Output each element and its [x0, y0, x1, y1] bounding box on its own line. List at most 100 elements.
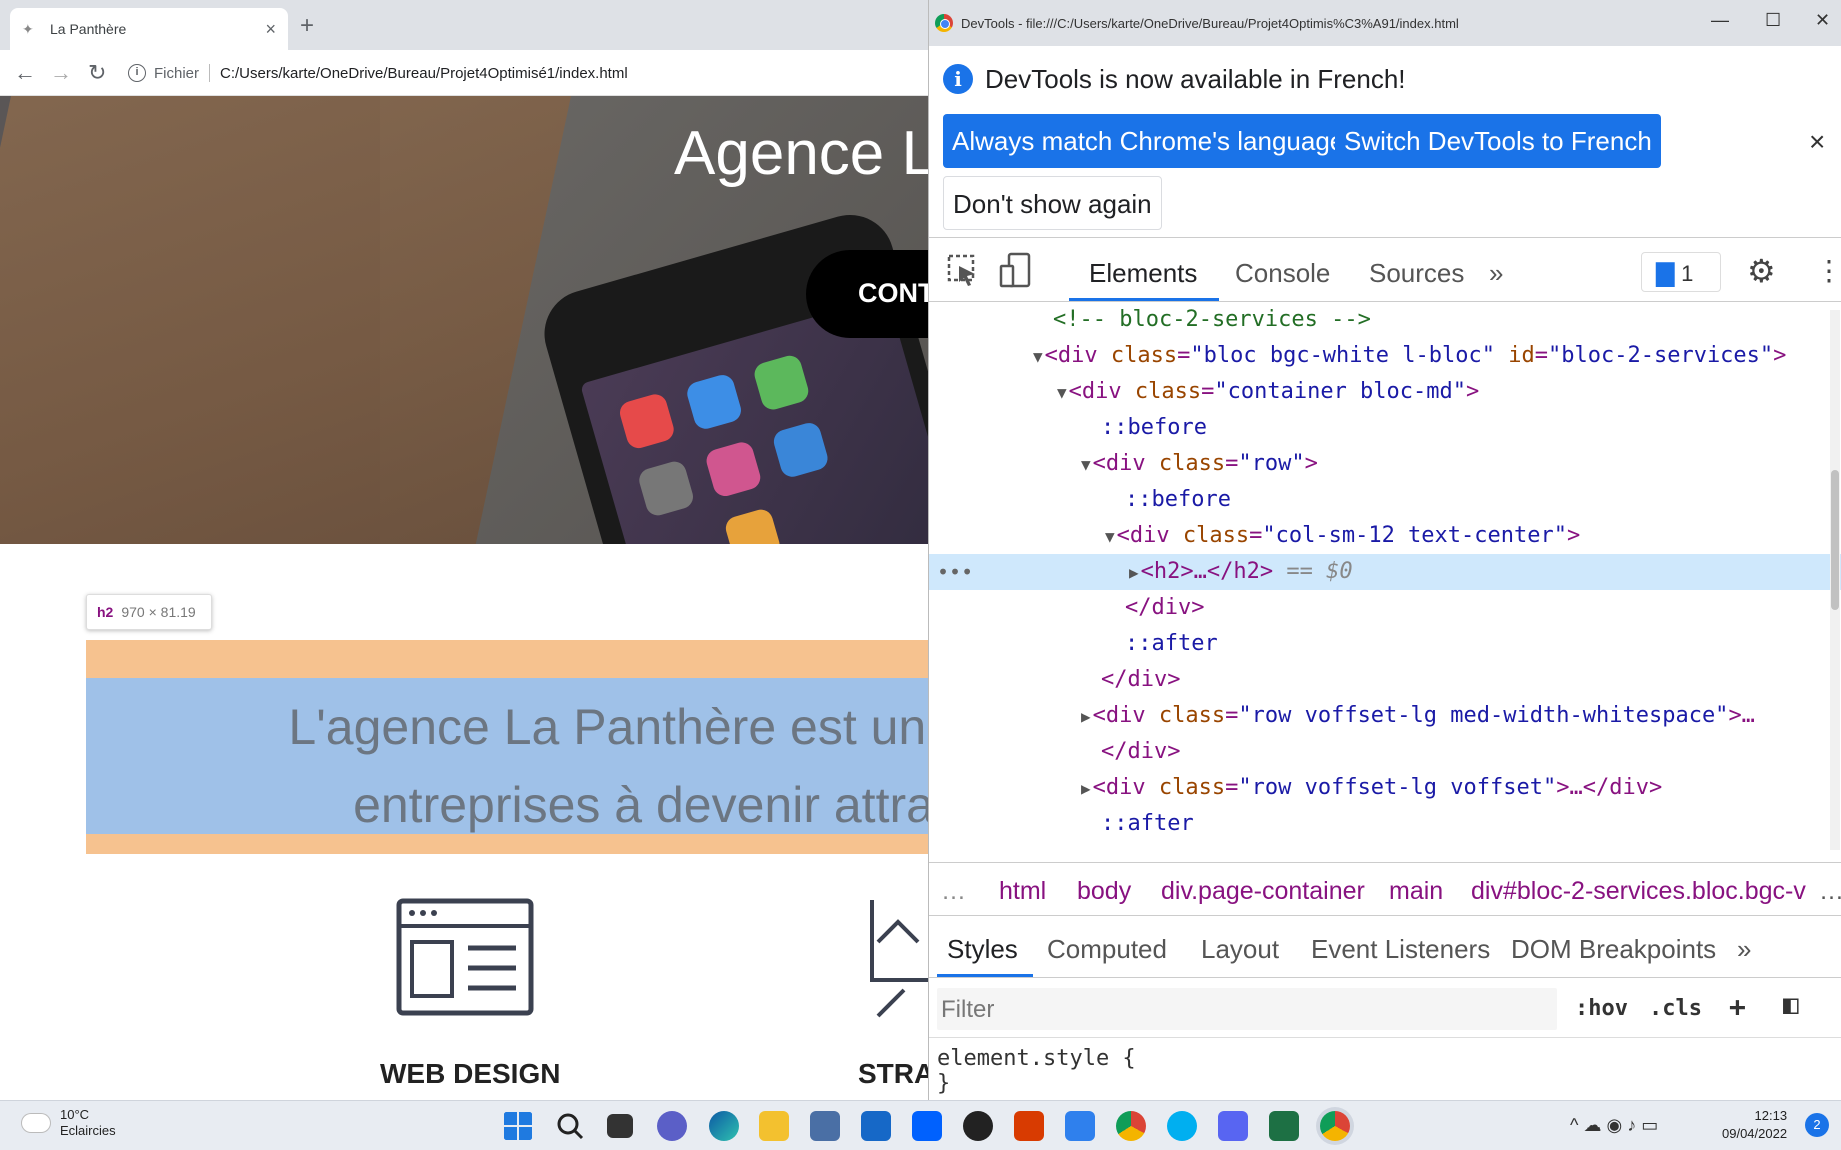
issues-badge[interactable]: ▇ 1 — [1641, 252, 1721, 292]
breadcrumb-item[interactable]: main — [1389, 877, 1443, 906]
settings-gear-icon[interactable]: ⚙ — [1747, 252, 1776, 290]
teams-chat-icon[interactable] — [657, 1111, 687, 1141]
browser-tab[interactable]: ✦ La Panthère × — [10, 8, 288, 50]
tab-computed[interactable]: Computed — [1047, 934, 1167, 965]
back-icon[interactable]: ← — [14, 60, 36, 86]
notification-badge[interactable]: 2 — [1805, 1113, 1829, 1137]
collapse-triangle-icon[interactable]: ▼ — [1057, 383, 1067, 402]
expand-triangle-icon[interactable]: ▶ — [1081, 779, 1091, 798]
collapse-triangle-icon[interactable]: ▼ — [1033, 347, 1043, 366]
dropbox-icon[interactable] — [912, 1111, 942, 1141]
tree-node[interactable]: ▶<div class="row voffset-lg med-width-wh… — [929, 698, 1841, 734]
breadcrumb-item[interactable]: body — [1077, 877, 1131, 906]
excel-icon[interactable] — [1269, 1111, 1299, 1141]
forward-icon[interactable]: → — [50, 60, 72, 86]
onedrive-icon[interactable]: ☁ — [1583, 1115, 1601, 1135]
minimize-icon[interactable]: — — [1711, 10, 1729, 31]
tree-node[interactable]: ▼<div class="bloc bgc-white l-bloc" id="… — [929, 338, 1841, 374]
breadcrumb-item[interactable]: div.page-container — [1161, 877, 1365, 906]
edge-browser-icon[interactable] — [709, 1111, 739, 1141]
search-icon[interactable] — [555, 1111, 585, 1141]
mail-icon[interactable] — [861, 1111, 891, 1141]
expand-triangle-icon[interactable]: ▶ — [1081, 707, 1091, 726]
weather-widget[interactable]: 10°C Eclaircies — [22, 1107, 116, 1139]
breadcrumb-item[interactable]: div#bloc-2-services.bloc.bgc-v — [1471, 877, 1806, 906]
tree-node[interactable]: ▼<div class="col-sm-12 text-center"> — [929, 518, 1841, 554]
microsoft-store-icon[interactable] — [810, 1111, 840, 1141]
devtools-main-tabs: Elements Console Sources » ▇ 1 ⚙ ⋮ — [929, 240, 1841, 302]
collapse-triangle-icon[interactable]: ▼ — [1105, 527, 1115, 546]
breadcrumb-item[interactable]: html — [999, 877, 1046, 906]
tree-node[interactable]: </div> — [929, 590, 1841, 626]
breadcrumb-more-icon[interactable]: … — [1815, 877, 1841, 906]
file-explorer-icon[interactable] — [759, 1111, 789, 1141]
tree-node[interactable]: </div> — [929, 734, 1841, 770]
contact-button[interactable]: CONT — [806, 250, 928, 338]
tree-node-selected[interactable]: ••• ▶<h2>…</h2> == $0 — [929, 554, 1841, 590]
toggle-sidebar-icon[interactable]: ◧ — [1783, 990, 1799, 1020]
tab-styles[interactable]: Styles — [947, 934, 1018, 965]
services-heading-line-2: entreprises à devenir attrac — [353, 777, 928, 833]
chrome-app-icon[interactable] — [1116, 1111, 1146, 1141]
office-icon[interactable] — [1014, 1111, 1044, 1141]
match-language-button[interactable]: Always match Chrome's language — [943, 114, 1354, 168]
expand-triangle-icon[interactable]: ▶ — [1129, 563, 1139, 582]
more-tabs-icon[interactable]: » — [1489, 258, 1503, 289]
breadcrumb: … html body div.page-container main div#… — [929, 862, 1841, 916]
node-actions-icon[interactable]: ••• — [937, 554, 973, 590]
windows-start-icon[interactable] — [503, 1111, 533, 1141]
wifi-icon[interactable]: ◉ — [1606, 1115, 1622, 1135]
breadcrumb-overflow-icon[interactable]: … — [941, 877, 966, 906]
chrome-active-icon[interactable] — [1320, 1111, 1350, 1141]
maximize-icon[interactable]: ☐ — [1765, 10, 1781, 31]
tab-event-listeners[interactable]: Event Listeners — [1311, 934, 1490, 965]
styles-filter-input[interactable]: Filter — [937, 988, 1557, 1030]
vscode-icon[interactable] — [1065, 1111, 1095, 1141]
tab-elements[interactable]: Elements — [1089, 258, 1197, 289]
openai-app-icon[interactable] — [963, 1111, 993, 1141]
tray-expand-icon[interactable]: ^ — [1570, 1115, 1578, 1135]
task-view-icon[interactable] — [607, 1114, 633, 1138]
reload-icon[interactable]: ↻ — [88, 60, 106, 86]
tree-node[interactable]: ::after — [929, 626, 1841, 662]
volume-icon[interactable]: ♪ — [1627, 1115, 1636, 1135]
skype-icon[interactable] — [1167, 1111, 1197, 1141]
hover-state-toggle[interactable]: :hov — [1575, 996, 1628, 1021]
tree-scrollbar-thumb[interactable] — [1831, 470, 1839, 610]
tree-node[interactable]: ::before — [929, 410, 1841, 446]
tree-attr-name: class — [1182, 523, 1250, 548]
tab-dom-breakpoints[interactable]: DOM Breakpoints — [1511, 934, 1716, 965]
site-info-icon[interactable]: i — [128, 64, 146, 82]
infobar-close-icon[interactable]: × — [1809, 126, 1825, 158]
device-toolbar-icon[interactable] — [999, 252, 1033, 288]
system-tray[interactable]: ^ ☁ ◉ ♪ ▭ — [1570, 1115, 1658, 1136]
switch-french-button[interactable]: Switch DevTools to French — [1335, 114, 1661, 168]
close-tab-icon[interactable]: × — [265, 19, 276, 40]
tree-node[interactable]: ::after — [929, 806, 1841, 842]
battery-icon[interactable]: ▭ — [1641, 1115, 1658, 1135]
inspect-element-icon[interactable] — [947, 254, 979, 288]
dont-show-again-button[interactable]: Don't show again — [943, 176, 1162, 230]
close-window-icon[interactable]: ✕ — [1815, 10, 1830, 31]
tree-node[interactable]: ▶<div class="row voffset-lg voffset">…</… — [929, 770, 1841, 806]
tree-tag: <div — [1092, 775, 1146, 800]
tab-layout[interactable]: Layout — [1201, 934, 1279, 965]
discord-icon[interactable] — [1218, 1111, 1248, 1141]
class-toggle[interactable]: .cls — [1649, 996, 1702, 1021]
address-bar[interactable]: i Fichier C:/Users/karte/OneDrive/Bureau… — [128, 58, 928, 88]
rule-selector[interactable]: element.style { — [937, 1046, 1136, 1071]
new-tab-icon[interactable]: + — [300, 12, 314, 40]
clock[interactable]: 12:13 09/04/2022 — [1722, 1107, 1787, 1143]
tab-sources[interactable]: Sources — [1369, 258, 1464, 289]
tree-node[interactable]: </div> — [929, 662, 1841, 698]
tree-node[interactable]: ▼<div class="container bloc-md"> — [929, 374, 1841, 410]
tab-console[interactable]: Console — [1235, 258, 1330, 289]
tree-node[interactable]: ▼<div class="row"> — [929, 446, 1841, 482]
tree-node[interactable]: <!-- bloc-2-services --> — [929, 302, 1841, 338]
new-rule-icon[interactable]: + — [1729, 990, 1746, 1023]
more-style-tabs-icon[interactable]: » — [1737, 934, 1751, 965]
collapse-triangle-icon[interactable]: ▼ — [1081, 455, 1091, 474]
more-options-icon[interactable]: ⋮ — [1815, 254, 1841, 287]
tree-scrollbar[interactable] — [1830, 310, 1840, 850]
tree-node[interactable]: ::before — [929, 482, 1841, 518]
